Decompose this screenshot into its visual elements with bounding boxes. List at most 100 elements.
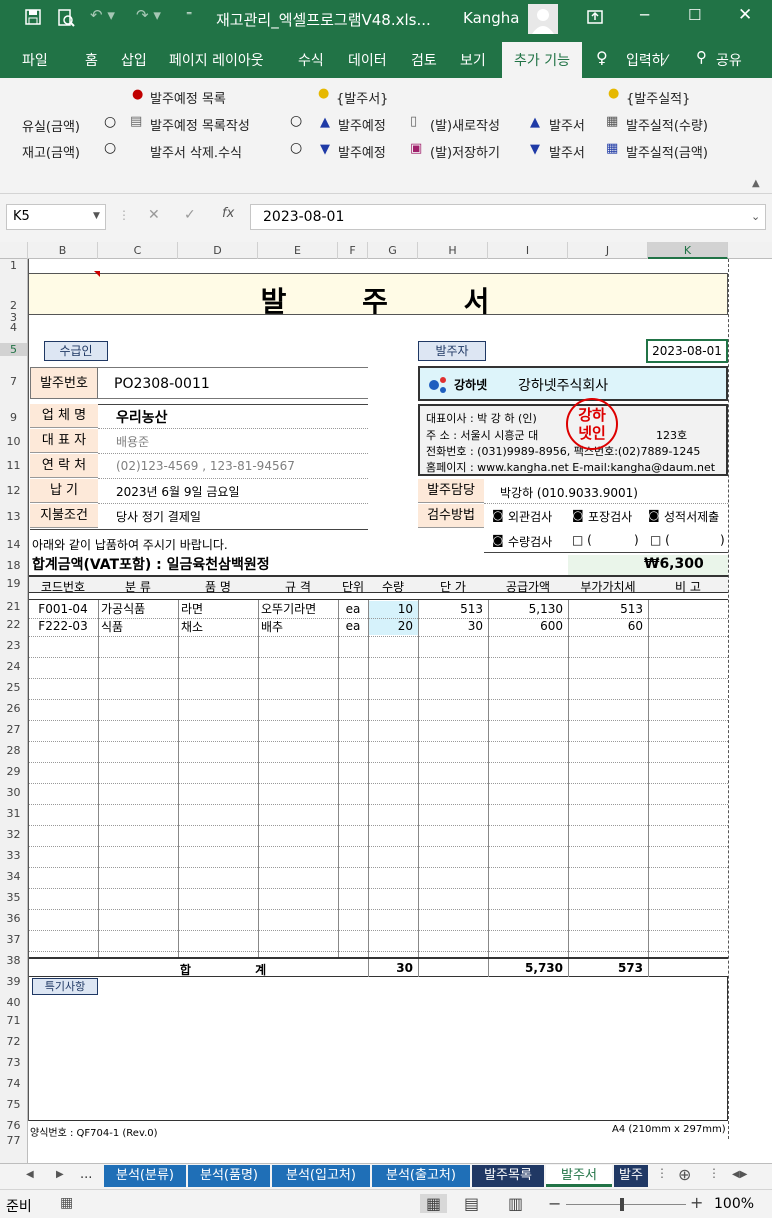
page-break-view-icon[interactable]: ▥ — [508, 1194, 523, 1213]
customize-toolbar-icon[interactable]: ⁼ — [186, 8, 192, 22]
row-header[interactable]: 25 — [0, 681, 27, 694]
row-header[interactable]: 14 — [0, 538, 27, 551]
row-header[interactable]: 4 — [0, 321, 27, 334]
tab-insert[interactable]: 삽입 — [121, 50, 147, 70]
lightbulb-icon[interactable]: ♀ — [596, 48, 608, 67]
tab-menu-icon[interactable]: ⋮ — [656, 1166, 668, 1180]
row-header[interactable]: 18 — [0, 559, 27, 572]
share-button[interactable]: 공유 — [716, 50, 742, 70]
redo-icon[interactable]: ↷ ▾ — [136, 6, 161, 24]
tab-page-layout[interactable]: 페이지 레이아웃 — [169, 50, 264, 70]
pay-value[interactable]: 당사 정기 결제일 — [116, 508, 201, 525]
table-row[interactable]: F001-04 가공식품 라면 오뚜기라면 ea 10 513 5,130 51… — [28, 600, 728, 618]
loss-amount-radio[interactable]: ○ — [104, 114, 116, 130]
inspect-opt-certificate[interactable]: 성적서제출 — [664, 508, 719, 525]
row-header[interactable]: 26 — [0, 702, 27, 715]
tab-view[interactable]: 보기 — [460, 50, 486, 70]
rep-value[interactable]: 배용준 — [116, 433, 149, 450]
order-plan-list-title[interactable]: 발주예정 목록 — [150, 88, 226, 107]
zoom-out-icon[interactable]: − — [548, 1194, 561, 1213]
row-header[interactable]: 23 — [0, 639, 27, 652]
row-header[interactable]: 28 — [0, 744, 27, 757]
order-plan-write-button[interactable]: 발주예정 목록작성 — [150, 115, 250, 134]
due-value[interactable]: 2023년 6월 9일 금요일 — [116, 483, 240, 500]
prev-sheet-icon[interactable]: ◀ — [26, 1169, 34, 1180]
col-header-f[interactable]: F — [338, 242, 368, 259]
cell-supply[interactable]: 600 — [488, 619, 563, 633]
inspect-opt-other2[interactable]: □ ( — [650, 533, 670, 547]
inspect-opt-packaging[interactable]: 포장검사 — [588, 508, 632, 525]
macro-record-icon[interactable]: ▦ — [60, 1195, 73, 1211]
tab-review[interactable]: 검토 — [411, 50, 437, 70]
next-sheet-icon[interactable]: ▶ — [56, 1169, 64, 1180]
insert-function-icon[interactable]: fx — [222, 206, 234, 221]
row-header[interactable]: 21 — [0, 600, 27, 613]
cell-item[interactable]: 채소 — [181, 618, 203, 635]
row-header[interactable]: 71 — [0, 1014, 27, 1027]
row-header[interactable]: 12 — [0, 484, 27, 497]
cell-code[interactable]: F001-04 — [28, 602, 98, 616]
col-header-g[interactable]: G — [368, 242, 418, 259]
row-header[interactable]: 19 — [0, 577, 27, 590]
normal-view-icon[interactable]: ▦ — [420, 1194, 448, 1213]
col-header-d[interactable]: D — [178, 242, 258, 259]
row-header[interactable]: 32 — [0, 828, 27, 841]
cell-supply[interactable]: 5,130 — [488, 602, 563, 616]
company-value[interactable]: 우리농산 — [116, 407, 168, 427]
collapse-ribbon-icon[interactable]: ▲ — [752, 178, 760, 189]
order-results-qty-button[interactable]: 발주실적(수량) — [626, 115, 708, 134]
page-layout-view-icon[interactable]: ▤ — [464, 1194, 479, 1213]
row-header[interactable]: 7 — [0, 375, 27, 388]
tab-addins[interactable]: 추가 기능 — [502, 42, 582, 78]
zoom-slider[interactable] — [566, 1204, 686, 1205]
tell-me-search[interactable]: 입력하⁄ — [626, 50, 667, 70]
inspect-opt-quantity[interactable]: 수량검사 — [508, 533, 552, 550]
row-header[interactable]: 40 — [0, 996, 27, 1009]
order-delete-radio[interactable]: ○ — [290, 140, 302, 156]
select-all-corner[interactable] — [0, 242, 28, 259]
manager-value[interactable]: 박강하 (010.9033.9001) — [500, 484, 638, 501]
row-header[interactable]: 9 — [0, 411, 27, 424]
checkbox-checked-icon[interactable]: ◙ — [572, 508, 584, 522]
row-header[interactable]: 39 — [0, 975, 27, 988]
sheet-tab-analysis-inbound[interactable]: 분석(입고처) — [272, 1165, 370, 1187]
row-header[interactable]: 72 — [0, 1035, 27, 1048]
order-up-button[interactable]: 발주서 — [549, 115, 585, 134]
row-header[interactable]: 75 — [0, 1098, 27, 1111]
order-delete-formula-button[interactable]: 발주서 삭제.수식 — [150, 142, 242, 161]
enter-icon[interactable]: ✓ — [184, 207, 196, 223]
stock-amount-radio[interactable]: ○ — [104, 140, 116, 156]
row-header[interactable]: 22 — [0, 618, 27, 631]
sheet-tab-order-list[interactable]: 발주목록 — [472, 1165, 544, 1187]
col-header-h[interactable]: H — [418, 242, 488, 259]
row-header[interactable]: 38 — [0, 954, 27, 967]
col-header-e[interactable]: E — [258, 242, 338, 259]
row-header[interactable]: 29 — [0, 765, 27, 778]
formula-input[interactable]: 2023-08-01 ⌄ — [250, 204, 766, 230]
scroll-left-icon[interactable]: ◀▶ — [732, 1169, 747, 1180]
row-header[interactable]: 31 — [0, 807, 27, 820]
sheet-tab-order-more[interactable]: 발주 — [614, 1165, 648, 1187]
tab-home[interactable]: 홈 — [85, 50, 98, 70]
order-plan-radio[interactable]: ○ — [290, 113, 302, 129]
cell-vat[interactable]: 60 — [568, 619, 643, 633]
cell-code[interactable]: F222-03 — [28, 619, 98, 633]
cell-item[interactable]: 라면 — [181, 600, 203, 617]
cell-qty[interactable]: 10 — [368, 602, 413, 616]
sheet-tab-order-active[interactable]: 발주서 — [546, 1165, 612, 1187]
row-header[interactable]: 74 — [0, 1077, 27, 1090]
cell-category[interactable]: 식품 — [101, 618, 123, 635]
col-header-j[interactable]: J — [568, 242, 648, 259]
checkbox-checked-icon[interactable]: ◙ — [648, 508, 660, 522]
row-header[interactable]: 37 — [0, 933, 27, 946]
col-header-b[interactable]: B — [28, 242, 98, 259]
new-order-button[interactable]: (발)새로작성 — [430, 115, 500, 134]
order-down-button[interactable]: 발주서 — [549, 142, 585, 161]
row-header[interactable]: 13 — [0, 510, 27, 523]
inspect-opt-other1[interactable]: □ ( — [572, 533, 592, 547]
row-header[interactable]: 34 — [0, 870, 27, 883]
chevron-down-icon[interactable]: ▼ — [93, 211, 100, 221]
close-icon[interactable]: ✕ — [738, 5, 752, 25]
name-box[interactable]: K5 ▼ — [6, 204, 106, 230]
col-header-c[interactable]: C — [98, 242, 178, 259]
